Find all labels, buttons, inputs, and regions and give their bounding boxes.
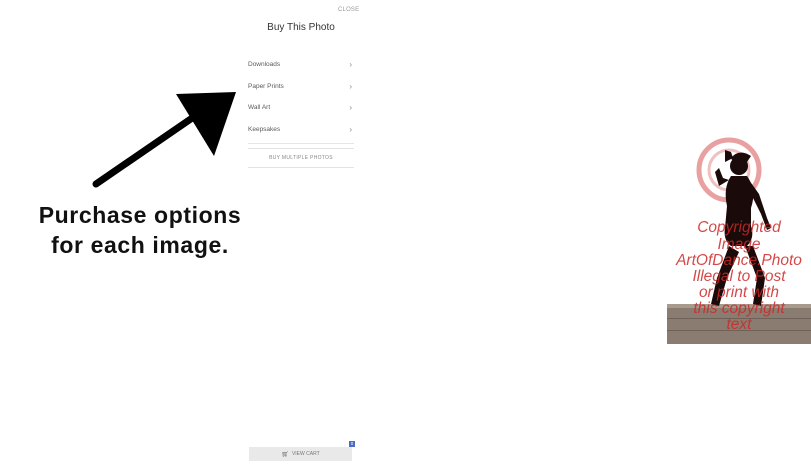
menu-item-keepsakes[interactable]: Keepsakes › bbox=[248, 119, 354, 141]
menu-divider bbox=[248, 143, 354, 144]
menu-item-wall-art[interactable]: Wall Art › bbox=[248, 97, 354, 119]
view-cart-button[interactable]: 🛒︎ VIEW CART bbox=[249, 447, 352, 461]
watermark-text: text bbox=[726, 316, 752, 333]
chevron-right-icon: › bbox=[349, 81, 352, 91]
menu-item-downloads[interactable]: Downloads › bbox=[248, 54, 354, 76]
dance-photo[interactable]: Copyrighted Image ArtOfDance.Photo Illeg… bbox=[667, 128, 811, 344]
purchase-menu: Downloads › Paper Prints › Wall Art › Ke… bbox=[248, 54, 354, 144]
menu-item-label: Keepsakes bbox=[248, 125, 281, 133]
annotation-text: Purchase options for each image. bbox=[0, 200, 280, 260]
menu-item-paper-prints[interactable]: Paper Prints › bbox=[248, 76, 354, 98]
chevron-right-icon: › bbox=[349, 103, 352, 113]
view-cart-label: VIEW CART bbox=[291, 451, 320, 457]
close-link[interactable]: CLOSE bbox=[338, 7, 359, 13]
menu-item-label: Wall Art bbox=[248, 104, 271, 112]
chevron-right-icon: › bbox=[349, 60, 352, 70]
annotation-line: Purchase options bbox=[38, 202, 242, 228]
panel-title: Buy This Photo bbox=[267, 22, 335, 33]
cart-count-badge: 0 bbox=[349, 441, 355, 447]
menu-item-label: Downloads bbox=[248, 61, 281, 69]
buy-multiple-button[interactable]: BUY MULTIPLE PHOTOS bbox=[248, 148, 354, 168]
arrow-icon bbox=[92, 92, 236, 188]
watermark-text: Copyrighted bbox=[697, 219, 781, 236]
menu-item-label: Paper Prints bbox=[248, 82, 284, 90]
cart-icon: 🛒︎ bbox=[281, 451, 289, 458]
chevron-right-icon: › bbox=[349, 124, 352, 134]
annotation-line: for each image. bbox=[51, 232, 229, 258]
